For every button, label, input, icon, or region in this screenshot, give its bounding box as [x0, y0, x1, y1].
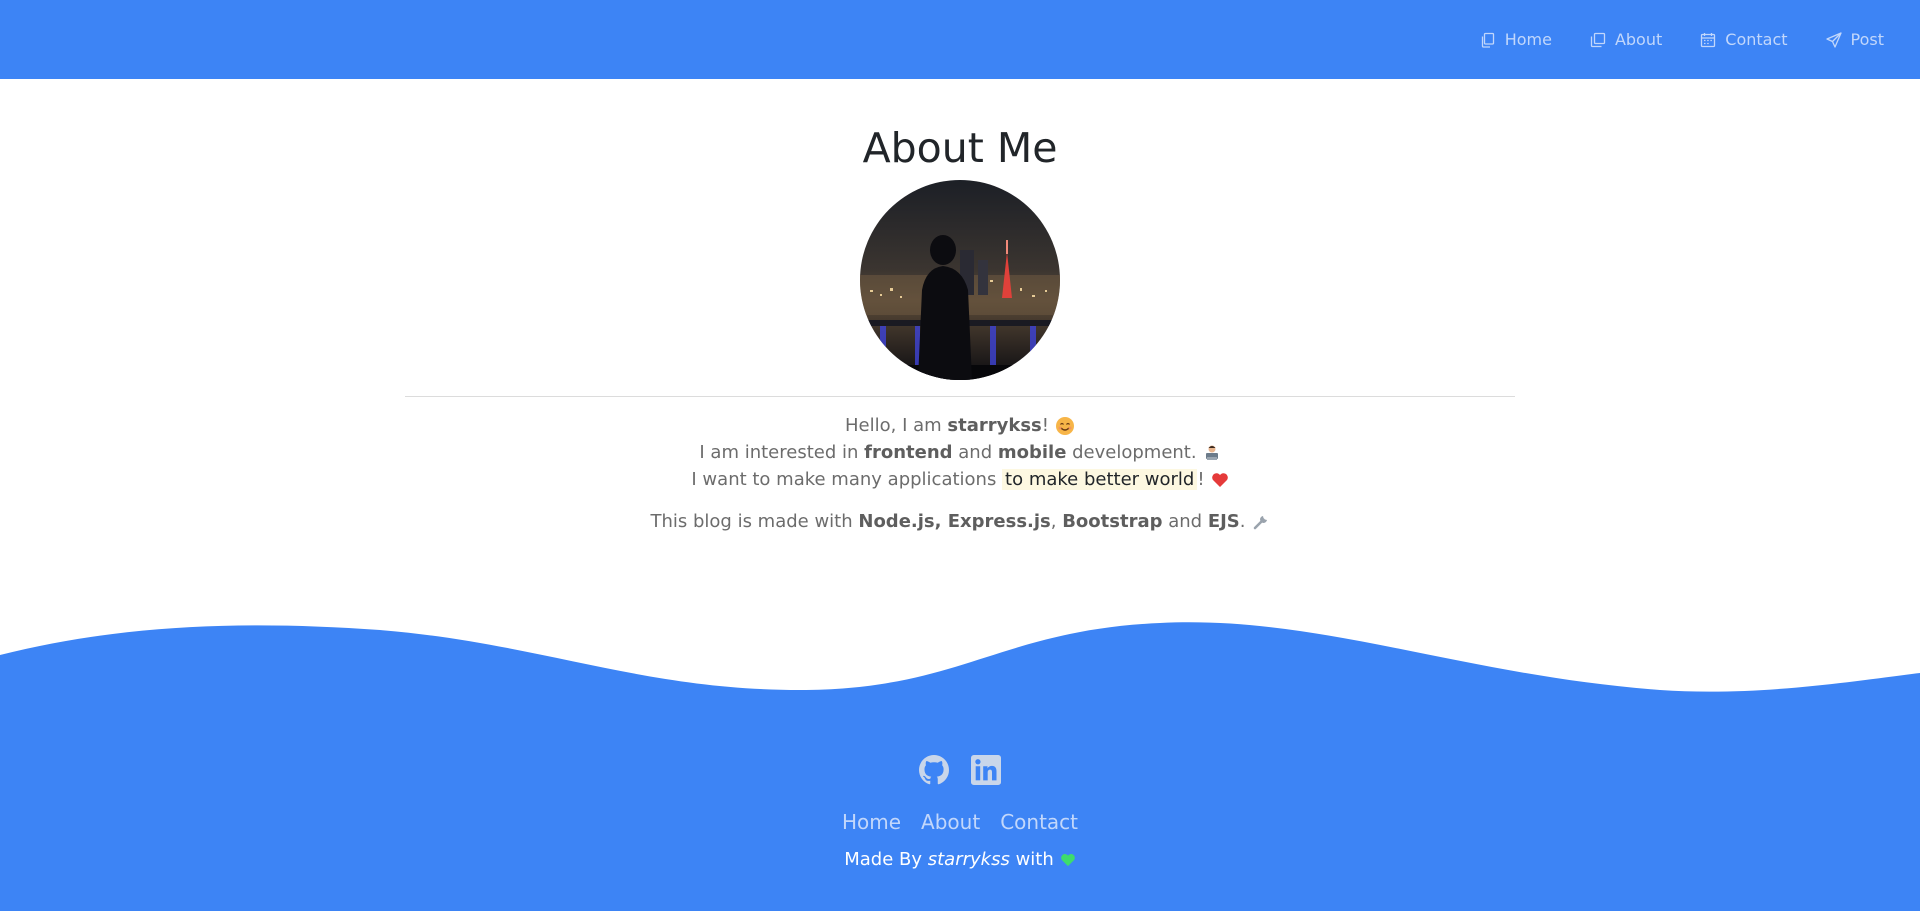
footer-contact-link[interactable]: Contact	[1000, 810, 1078, 834]
nav-post-label: Post	[1850, 30, 1884, 49]
wrench-emoji-icon	[1252, 513, 1270, 531]
send-icon	[1825, 31, 1842, 48]
bio-text: .	[1239, 511, 1246, 532]
nav-contact-label: Contact	[1725, 30, 1788, 49]
nav-links: Home About Contact Post	[1480, 0, 1884, 79]
nav-post-link[interactable]: Post	[1825, 30, 1884, 49]
bio-text: This blog is made with	[650, 511, 859, 532]
github-icon	[919, 755, 949, 785]
github-link[interactable]	[919, 755, 949, 785]
bio-line-4: This blog is made with Node.js, Express.…	[0, 508, 1920, 535]
top-navbar: Home About Contact Post	[0, 0, 1920, 79]
bio-line-3: I want to make many applications to make…	[0, 466, 1920, 493]
credit-text: Made By	[844, 849, 928, 870]
page-title: About Me	[862, 124, 1058, 172]
nav-home-label: Home	[1504, 30, 1552, 49]
calendar-icon	[1701, 32, 1716, 47]
files-icon	[1481, 32, 1494, 48]
bio-text: I am interested in	[699, 442, 865, 463]
bio-text: and	[1162, 511, 1208, 532]
nav-contact-link[interactable]: Contact	[1700, 30, 1788, 49]
nav-home-link[interactable]: Home	[1480, 30, 1552, 49]
bio-bold: mobile	[997, 442, 1067, 463]
bio-bold: Node.js, Express.js	[858, 511, 1051, 532]
footer-about-link[interactable]: About	[921, 810, 980, 834]
linkedin-icon	[971, 755, 1001, 785]
heart-emoji-icon	[1211, 472, 1229, 488]
highlighted-text: to make better world	[1002, 469, 1198, 490]
bio-line-2: I am interested in frontend and mobile d…	[0, 439, 1920, 466]
developer-emoji-icon	[1203, 444, 1221, 462]
nav-about-label: About	[1614, 30, 1663, 49]
author-name: starrykss	[947, 415, 1042, 436]
linkedin-link[interactable]	[971, 755, 1001, 785]
bio-bold: EJS	[1207, 511, 1240, 532]
bio-text: and	[952, 442, 998, 463]
credit-text: with	[1009, 849, 1054, 870]
bio-line-1: Hello, I am starrykss!	[0, 412, 1920, 439]
footer-credit: Made By starrykss with	[0, 849, 1920, 870]
profile-photo	[860, 180, 1060, 380]
footer-home-link[interactable]: Home	[842, 810, 901, 834]
copy-icon	[1590, 32, 1606, 47]
footer-wave	[0, 622, 1920, 735]
bio-bold: frontend	[864, 442, 953, 463]
green-heart-icon	[1060, 853, 1076, 867]
nav-about-link[interactable]: About	[1590, 30, 1662, 49]
credit-author: starrykss	[927, 849, 1010, 870]
divider	[405, 396, 1515, 397]
bio-section: Hello, I am starrykss! I am interested i…	[0, 412, 1920, 535]
smile-emoji-icon	[1055, 416, 1075, 436]
bio-text: ,	[1050, 511, 1063, 532]
bio-text: !	[1041, 415, 1049, 436]
bio-text: development.	[1066, 442, 1197, 463]
social-links	[0, 755, 1920, 785]
bio-text: Hello, I am	[845, 415, 948, 436]
bio-bold: Bootstrap	[1062, 511, 1163, 532]
footer-links: Home About Contact	[0, 810, 1920, 834]
bio-text: !	[1197, 469, 1205, 490]
bio-text: I want to make many applications	[691, 469, 1003, 490]
